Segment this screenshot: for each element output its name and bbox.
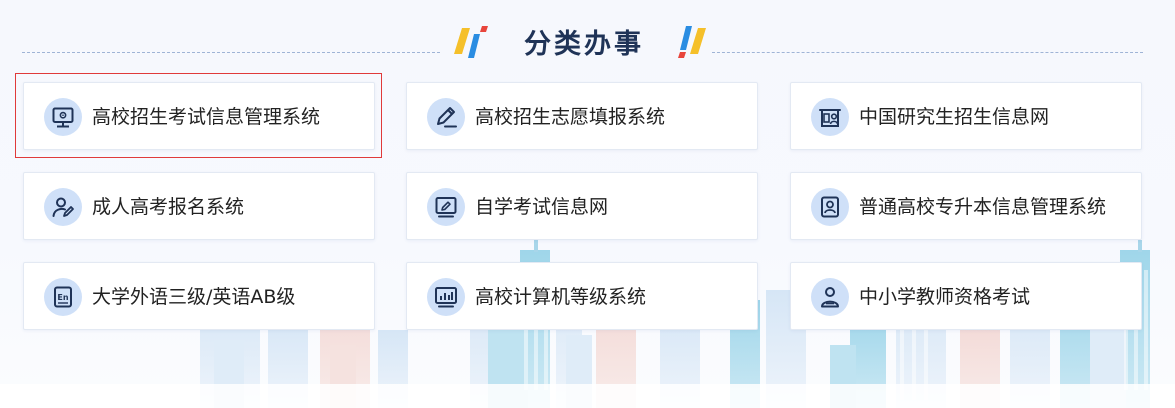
monitor-gear-icon bbox=[44, 98, 82, 136]
section-header: 分类办事 bbox=[0, 18, 1175, 70]
service-card-teacher-qualification-exam[interactable]: 中小学教师资格考试 bbox=[790, 262, 1142, 330]
service-card-application-filling-system[interactable]: 高校招生志愿填报系统 bbox=[406, 82, 758, 150]
header-divider-right bbox=[712, 52, 1143, 53]
service-card-graduate-admission-site[interactable]: 中国研究生招生信息网 bbox=[790, 82, 1142, 150]
service-card-label: 成人高考报名系统 bbox=[92, 196, 245, 218]
header-divider-left bbox=[22, 52, 440, 53]
service-card-foreign-language-exam[interactable]: En 大学外语三级/英语AB级 bbox=[23, 262, 375, 330]
service-card-self-study-exam-site[interactable]: 自学考试信息网 bbox=[406, 172, 758, 240]
service-card-computer-rank-exam[interactable]: 高校计算机等级系统 bbox=[406, 262, 758, 330]
computer-chart-icon bbox=[427, 278, 465, 316]
slash-decoration-left bbox=[454, 26, 488, 58]
service-card-label: 高校招生考试信息管理系统 bbox=[92, 106, 321, 128]
service-card-label: 普通高校专升本信息管理系统 bbox=[859, 196, 1107, 218]
service-card-gaokao-info-system[interactable]: 高校招生考试信息管理系统 bbox=[23, 82, 375, 150]
graduate-id-icon bbox=[811, 98, 849, 136]
svg-text:En: En bbox=[57, 293, 68, 302]
english-doc-icon: En bbox=[44, 278, 82, 316]
service-card-label: 高校招生志愿填报系统 bbox=[475, 106, 666, 128]
teacher-icon bbox=[811, 278, 849, 316]
slash-decoration-right bbox=[678, 26, 706, 58]
service-card-label: 高校计算机等级系统 bbox=[475, 286, 647, 308]
service-card-label: 大学外语三级/英语AB级 bbox=[92, 286, 296, 308]
user-edit-icon bbox=[44, 188, 82, 226]
pencil-icon bbox=[427, 98, 465, 136]
service-card-label: 中小学教师资格考试 bbox=[859, 286, 1031, 308]
person-card-icon bbox=[811, 188, 849, 226]
service-card-label: 中国研究生招生信息网 bbox=[859, 106, 1050, 128]
screen-pen-icon bbox=[427, 188, 465, 226]
service-card-upgrade-undergrad-system[interactable]: 普通高校专升本信息管理系统 bbox=[790, 172, 1142, 240]
service-card-adult-exam-registration[interactable]: 成人高考报名系统 bbox=[23, 172, 375, 240]
section-title: 分类办事 bbox=[524, 29, 644, 60]
service-card-label: 自学考试信息网 bbox=[475, 196, 609, 218]
